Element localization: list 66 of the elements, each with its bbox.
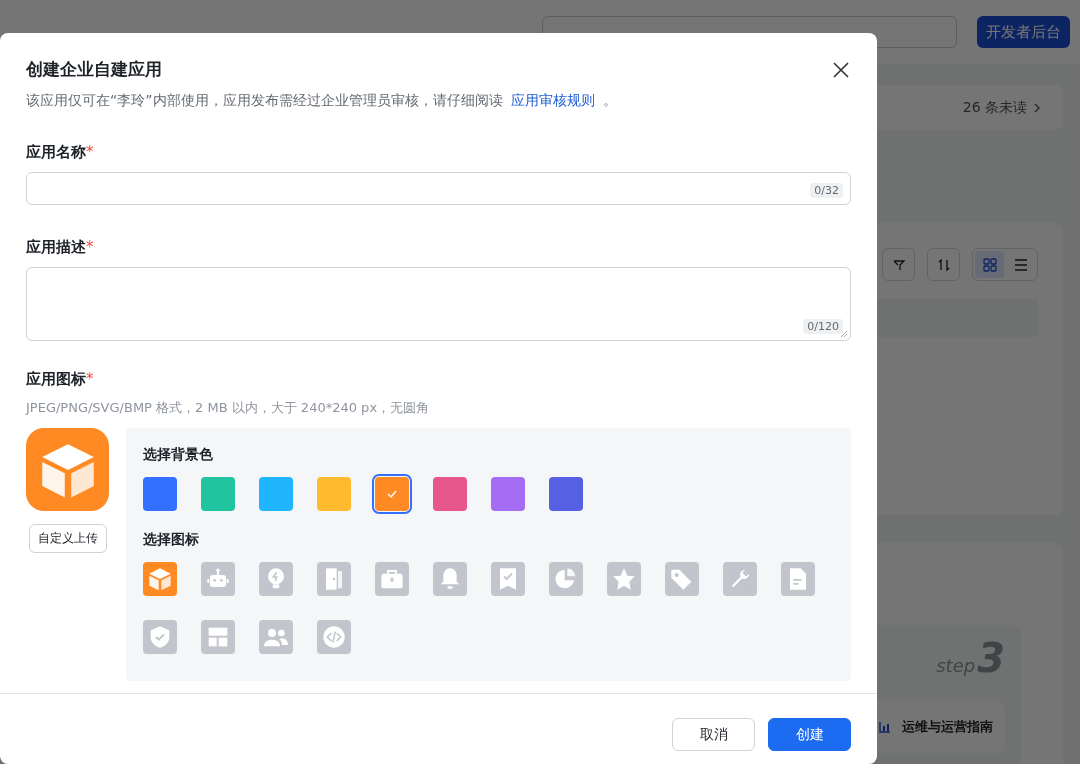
- icon-option[interactable]: [723, 562, 757, 596]
- bell-icon: [438, 567, 462, 591]
- color-swatch[interactable]: [433, 477, 467, 511]
- chart-icon: [878, 720, 892, 734]
- icon-option[interactable]: [491, 562, 525, 596]
- format-hint: JPEG/PNG/SVG/BMP 格式，2 MB 以内，大于 240*240 px，无圆角: [26, 399, 431, 417]
- icon-option[interactable]: [665, 562, 699, 596]
- resize-handle-icon[interactable]: [841, 331, 847, 337]
- dialog-title: 创建企业自建应用: [26, 58, 162, 81]
- section-heading: 选择背景色: [143, 446, 214, 464]
- character-counter: 0/32: [810, 183, 843, 198]
- color-swatch[interactable]: [375, 477, 409, 511]
- field-label: 应用描述: [26, 238, 86, 256]
- required-mark: *: [86, 143, 94, 161]
- section-heading: 选择图标: [143, 531, 200, 549]
- color-swatch[interactable]: [491, 477, 525, 511]
- color-swatch[interactable]: [549, 477, 583, 511]
- close-button[interactable]: [832, 60, 850, 79]
- icon-option[interactable]: [201, 562, 235, 596]
- review-rules-link[interactable]: 应用审核规则: [510, 92, 595, 108]
- sort-button[interactable]: [927, 248, 960, 281]
- tag-icon: [670, 567, 694, 591]
- icon-option[interactable]: [781, 562, 815, 596]
- character-counter: 0/120: [803, 319, 843, 334]
- console-button[interactable]: 开发者后台: [977, 16, 1070, 48]
- icon-option[interactable]: [549, 562, 583, 596]
- icon-option[interactable]: [375, 562, 409, 596]
- code-icon: [322, 625, 346, 649]
- color-swatch[interactable]: [143, 477, 177, 511]
- icon-option[interactable]: [259, 620, 293, 654]
- required-mark: *: [86, 370, 94, 388]
- icon-option[interactable]: [143, 562, 177, 596]
- unread-link[interactable]: 26 条未读: [962, 98, 1027, 117]
- guide-title: 运维与运营指南: [902, 718, 993, 736]
- create-button[interactable]: 创建: [768, 718, 851, 751]
- list-icon: [1012, 256, 1029, 273]
- star-icon: [612, 567, 636, 591]
- cube-icon: [148, 567, 172, 591]
- field-label: 应用名称: [26, 143, 86, 161]
- icon-option[interactable]: [143, 620, 177, 654]
- briefcase-icon: [380, 567, 404, 591]
- icon-option[interactable]: [201, 620, 235, 654]
- icon-option[interactable]: [317, 620, 351, 654]
- color-swatch[interactable]: [317, 477, 351, 511]
- icon-option[interactable]: [607, 562, 641, 596]
- sort-icon: [936, 257, 951, 272]
- shield-icon: [148, 625, 172, 649]
- filter-button[interactable]: [882, 248, 915, 281]
- icon-option[interactable]: [433, 562, 467, 596]
- upload-button[interactable]: 自定义上传: [28, 524, 107, 553]
- icon-option[interactable]: [317, 562, 351, 596]
- chevron-icon: [1033, 101, 1041, 114]
- description-field[interactable]: 0/120: [26, 267, 851, 341]
- dialog-description: 该应用仅可在“李玲”内部使用，应用发布需经过企业管理员审核，请仔细阅读 应用审核规则 。: [26, 92, 618, 110]
- filter-icon: [891, 257, 906, 272]
- icon-option[interactable]: [259, 562, 293, 596]
- field-label: 应用图标: [26, 370, 86, 388]
- grid-view-button[interactable]: [975, 251, 1004, 278]
- color-swatch[interactable]: [201, 477, 235, 511]
- layout-icon: [206, 625, 230, 649]
- color-swatch[interactable]: [259, 477, 293, 511]
- pie-chart-icon: [554, 567, 578, 591]
- required-mark: *: [86, 238, 94, 256]
- cancel-button[interactable]: 取消: [672, 718, 755, 751]
- name-field[interactable]: 0/32: [26, 172, 851, 205]
- grid-icon: [981, 256, 998, 273]
